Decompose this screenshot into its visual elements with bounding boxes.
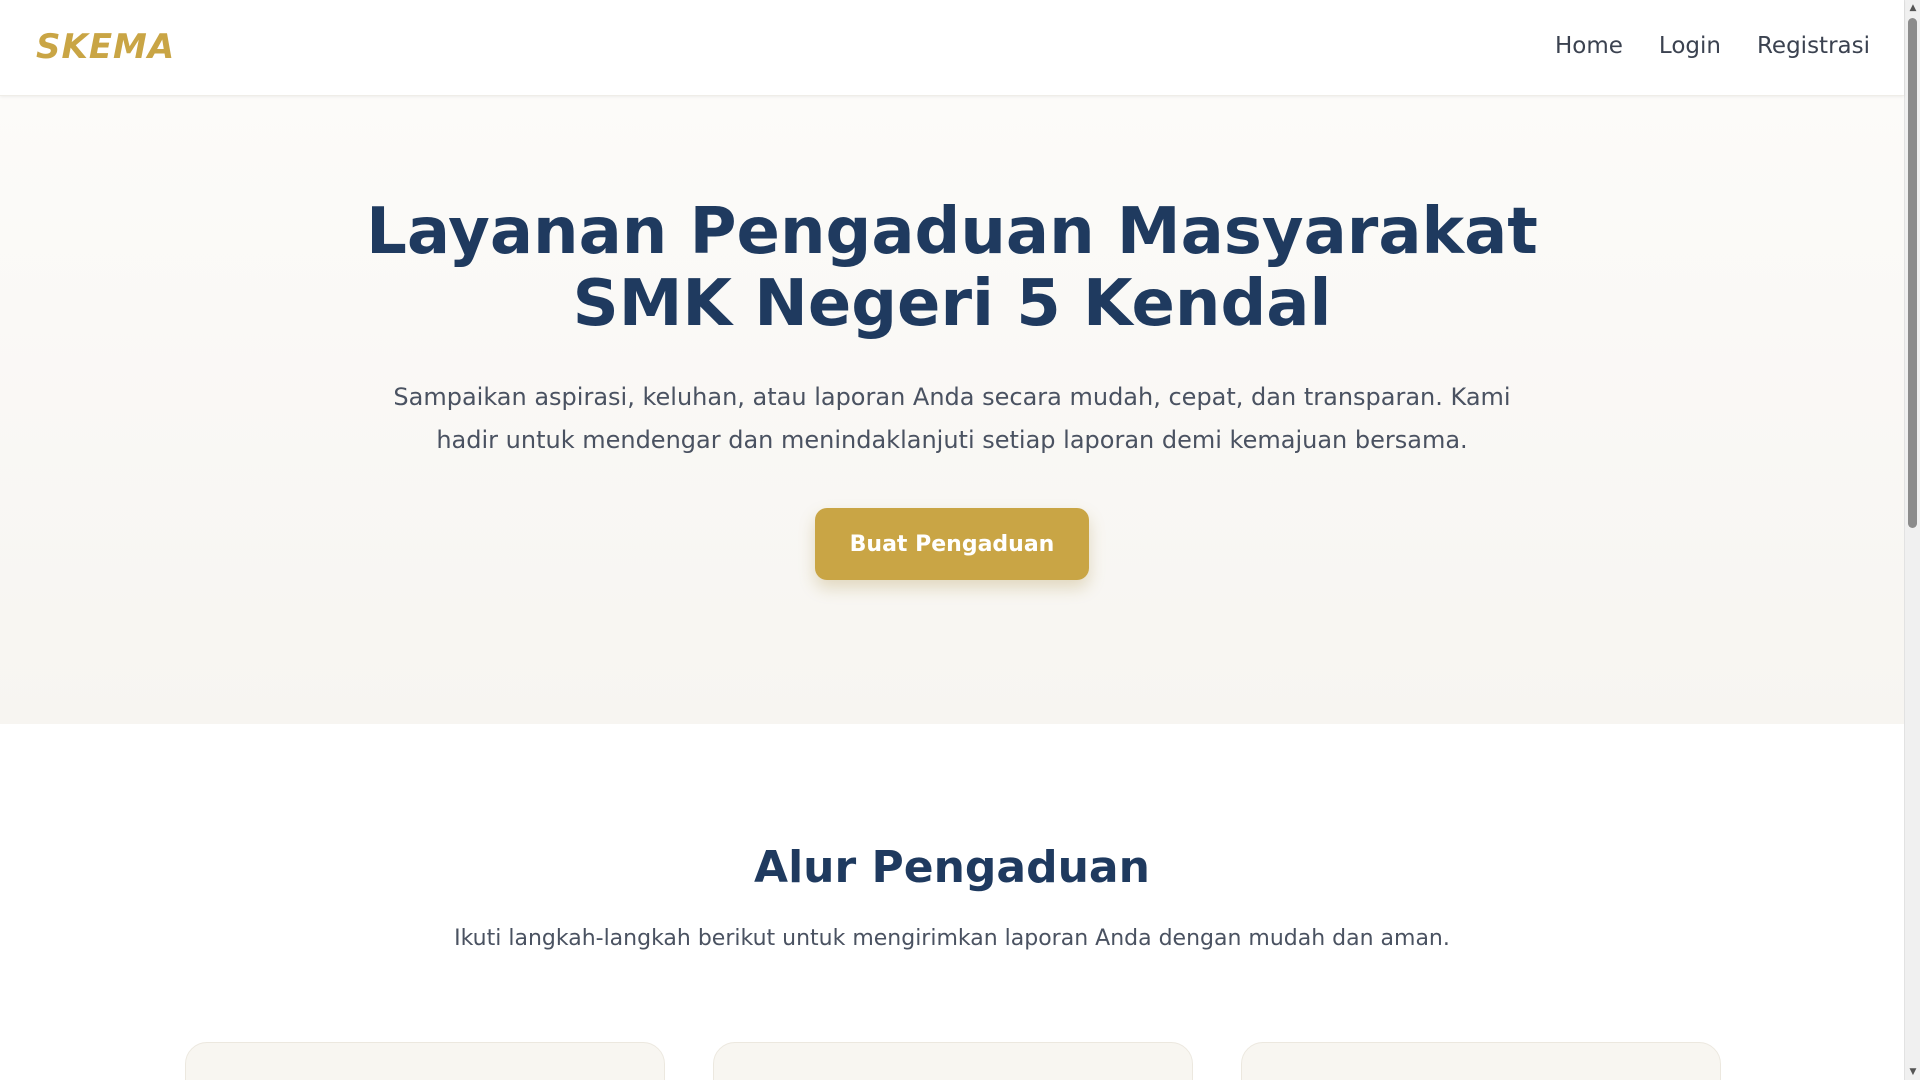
nav-link-registrasi[interactable]: Registrasi bbox=[1757, 33, 1870, 59]
hero-title-line-1: Layanan Pengaduan Masyarakat bbox=[366, 195, 1538, 269]
scroll-up-arrow-icon[interactable]: ▲ bbox=[1905, 0, 1920, 16]
section-title: Alur Pengaduan bbox=[754, 842, 1150, 893]
nav-link-login[interactable]: Login bbox=[1659, 33, 1721, 59]
hero-section: Layanan Pengaduan Masyarakat SMK Negeri … bbox=[0, 96, 1904, 724]
nav-link-home[interactable]: Home bbox=[1555, 33, 1623, 59]
hero-title-line-2: SMK Negeri 5 Kendal bbox=[572, 267, 1332, 341]
scroll-down-arrow-icon[interactable]: ▼ bbox=[1905, 1064, 1920, 1080]
scrollbar-thumb[interactable] bbox=[1908, 18, 1917, 528]
hero-subtitle: Sampaikan aspirasi, keluhan, atau lapora… bbox=[393, 383, 1511, 454]
hero-title: Layanan Pengaduan Masyarakat SMK Negeri … bbox=[0, 196, 1904, 340]
section-subtitle: Ikuti langkah-langkah berikut untuk meng… bbox=[454, 926, 1450, 951]
step-card-1 bbox=[185, 1042, 665, 1080]
create-complaint-button[interactable]: Buat Pengaduan bbox=[815, 508, 1089, 580]
step-card-2 bbox=[713, 1042, 1193, 1080]
brand-logo[interactable]: SKEMA bbox=[36, 27, 175, 67]
vertical-scrollbar[interactable]: ▲ ▼ bbox=[1904, 0, 1920, 1080]
page: SKEMA Home Login Registrasi Layanan Peng… bbox=[0, 0, 1920, 1080]
step-card-3 bbox=[1241, 1042, 1721, 1080]
nav-links: Home Login Registrasi bbox=[1555, 33, 1870, 59]
navbar: SKEMA Home Login Registrasi bbox=[0, 0, 1904, 96]
